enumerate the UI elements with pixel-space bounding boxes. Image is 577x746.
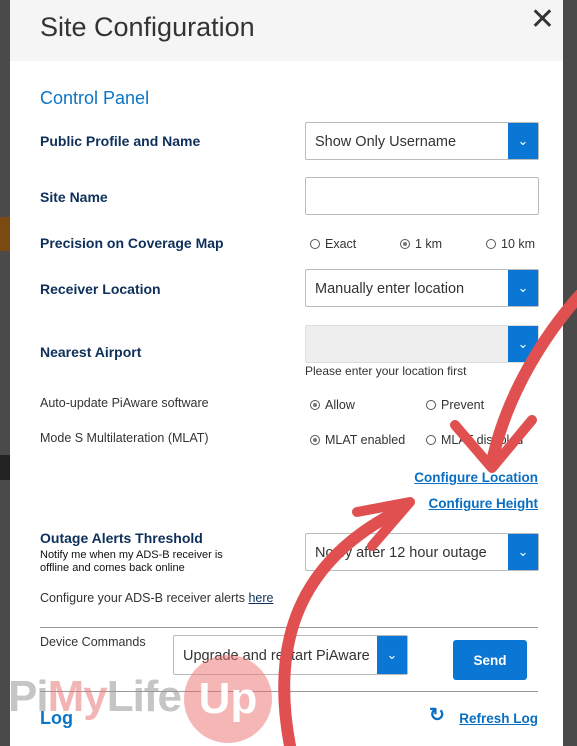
annotation-arrows bbox=[278, 289, 577, 746]
arrow-to-height bbox=[278, 504, 406, 746]
arrow-to-location bbox=[486, 289, 577, 468]
